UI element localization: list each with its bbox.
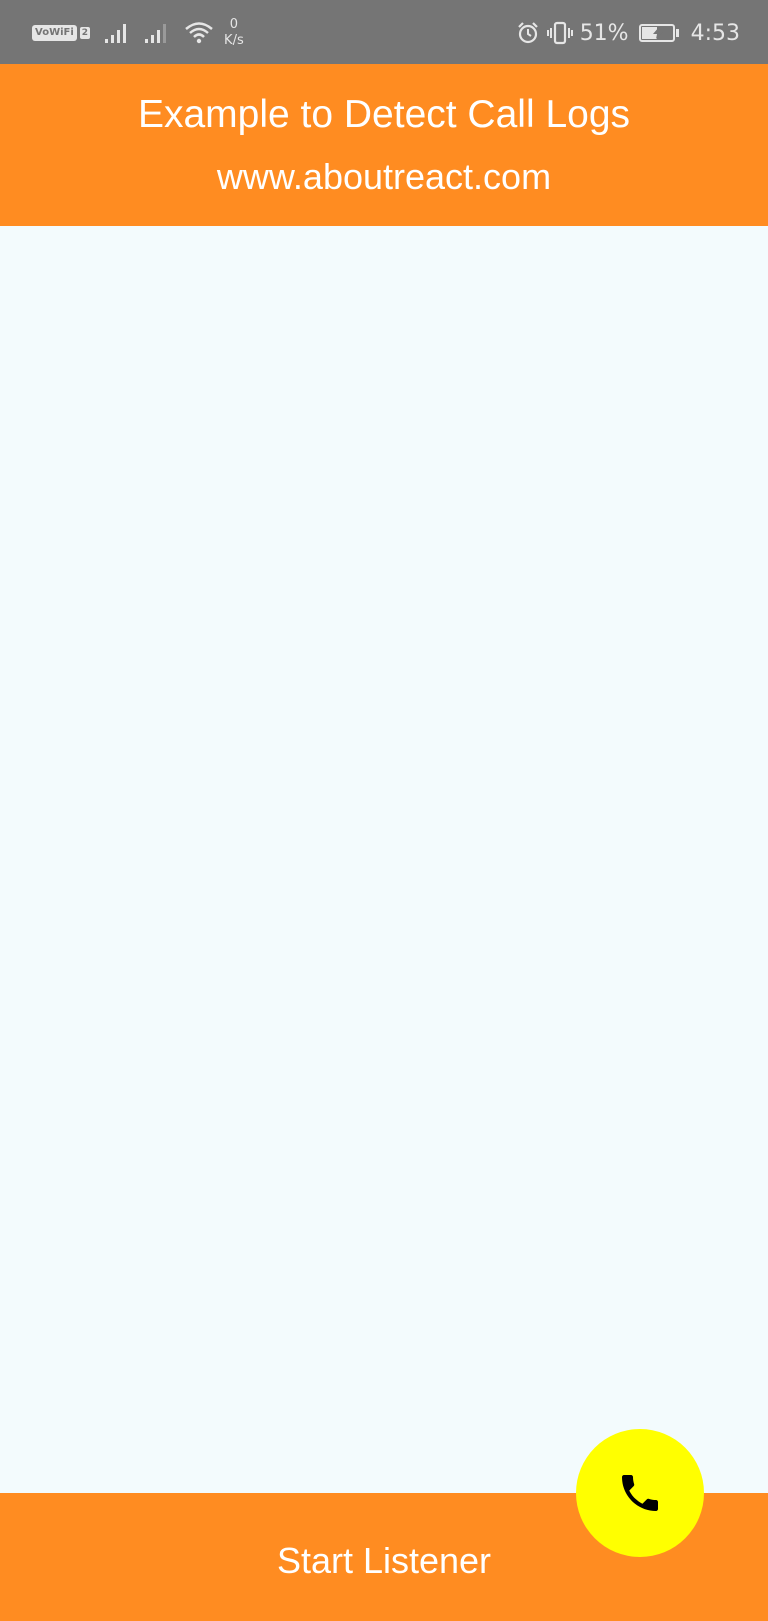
page-subtitle: www.aboutreact.com [216,156,552,197]
status-right: 51% 4:53 [516,16,740,50]
call-fab-button[interactable] [576,1429,704,1557]
app-screen: VoWiFi 2 0 K/s 51% 4:53 Example to Detec… [0,0,768,1621]
signal-strength-2-icon [145,24,167,43]
app-header: Example to Detect Call Logs www.aboutrea… [0,64,768,226]
vowifi-indicator: VoWiFi 2 [32,25,91,41]
page-title: Example to Detect Call Logs [137,93,631,136]
phone-icon [622,1475,658,1511]
network-speed: 0 K/s [224,17,244,49]
network-speed-value: 0 [229,17,239,32]
alarm-icon [517,22,538,44]
battery-icon [638,24,675,42]
vowifi-sim-number: 2 [79,27,91,39]
charging-bolt-icon [652,27,663,39]
battery-percent: 51% [579,20,629,46]
vibrate-icon [546,21,573,45]
vowifi-label: VoWiFi [32,25,77,41]
signal-strength-icon [105,24,127,43]
battery-tip [675,29,679,37]
wifi-icon [185,22,213,44]
status-bar: VoWiFi 2 0 K/s 51% 4:53 [0,0,768,64]
status-left: VoWiFi 2 0 K/s [32,16,244,50]
network-speed-unit: K/s [224,33,244,48]
status-time: 4:53 [690,20,740,46]
